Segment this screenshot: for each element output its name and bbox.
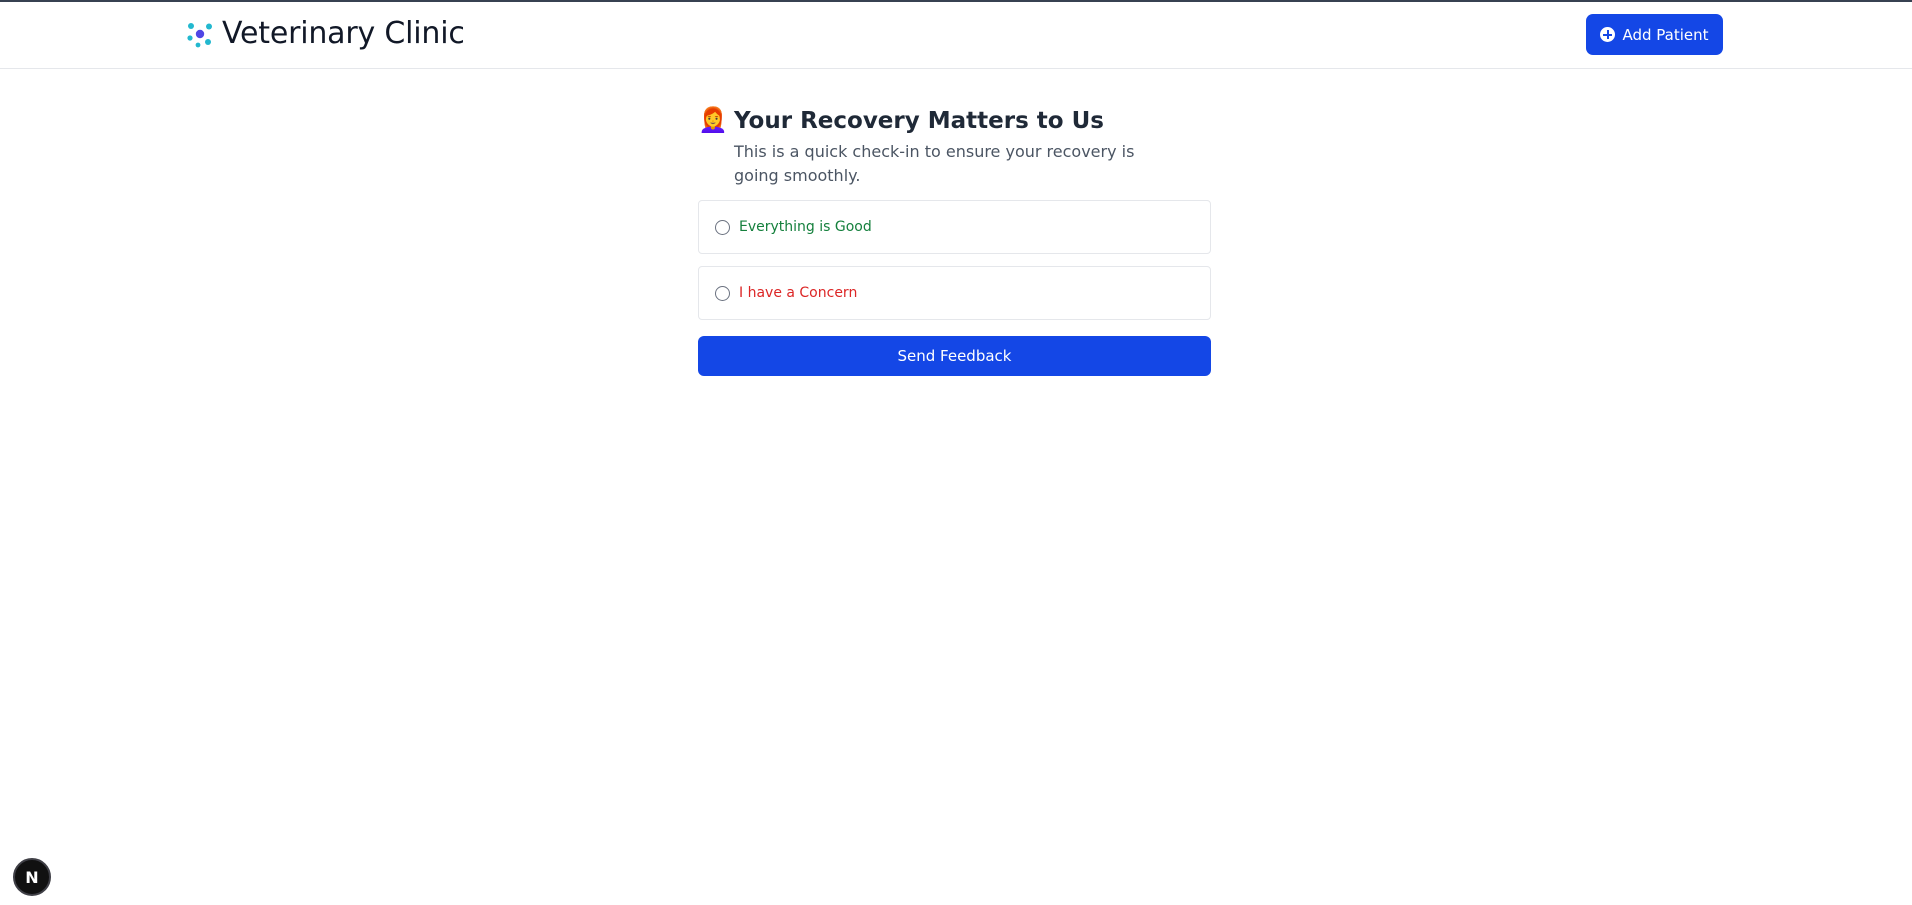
add-patient-button[interactable]: Add Patient bbox=[1586, 14, 1723, 55]
app-title: Veterinary Clinic bbox=[222, 16, 465, 51]
feedback-options: Everything is Good I have a Concern bbox=[698, 200, 1211, 320]
brand[interactable]: Veterinary Clinic bbox=[186, 16, 465, 51]
option-have-concern[interactable]: I have a Concern bbox=[698, 266, 1211, 320]
molecule-icon bbox=[187, 22, 212, 47]
page-subtitle: This is a quick check-in to ensure your … bbox=[734, 142, 1135, 185]
plus-circle-icon bbox=[1600, 27, 1616, 42]
feedback-panel: 👩‍🦰 Your Recovery Matters to Us This is … bbox=[698, 106, 1211, 376]
feedback-heading: 👩‍🦰 Your Recovery Matters to Us This is … bbox=[698, 106, 1211, 188]
add-patient-label: Add Patient bbox=[1622, 25, 1709, 44]
radio-everything-good[interactable] bbox=[715, 219, 730, 235]
option-everything-good[interactable]: Everything is Good bbox=[698, 200, 1211, 254]
send-feedback-button[interactable]: Send Feedback bbox=[698, 336, 1211, 376]
option-label-concern: I have a Concern bbox=[739, 285, 858, 301]
app-header: Veterinary Clinic Add Patient bbox=[0, 2, 1912, 69]
radio-have-concern[interactable] bbox=[715, 285, 730, 301]
option-label-good: Everything is Good bbox=[739, 219, 872, 235]
page-title: Your Recovery Matters to Us bbox=[734, 108, 1104, 134]
dev-tools-badge[interactable]: N bbox=[13, 858, 51, 896]
person-emoji-icon: 👩‍🦰 bbox=[698, 106, 728, 134]
